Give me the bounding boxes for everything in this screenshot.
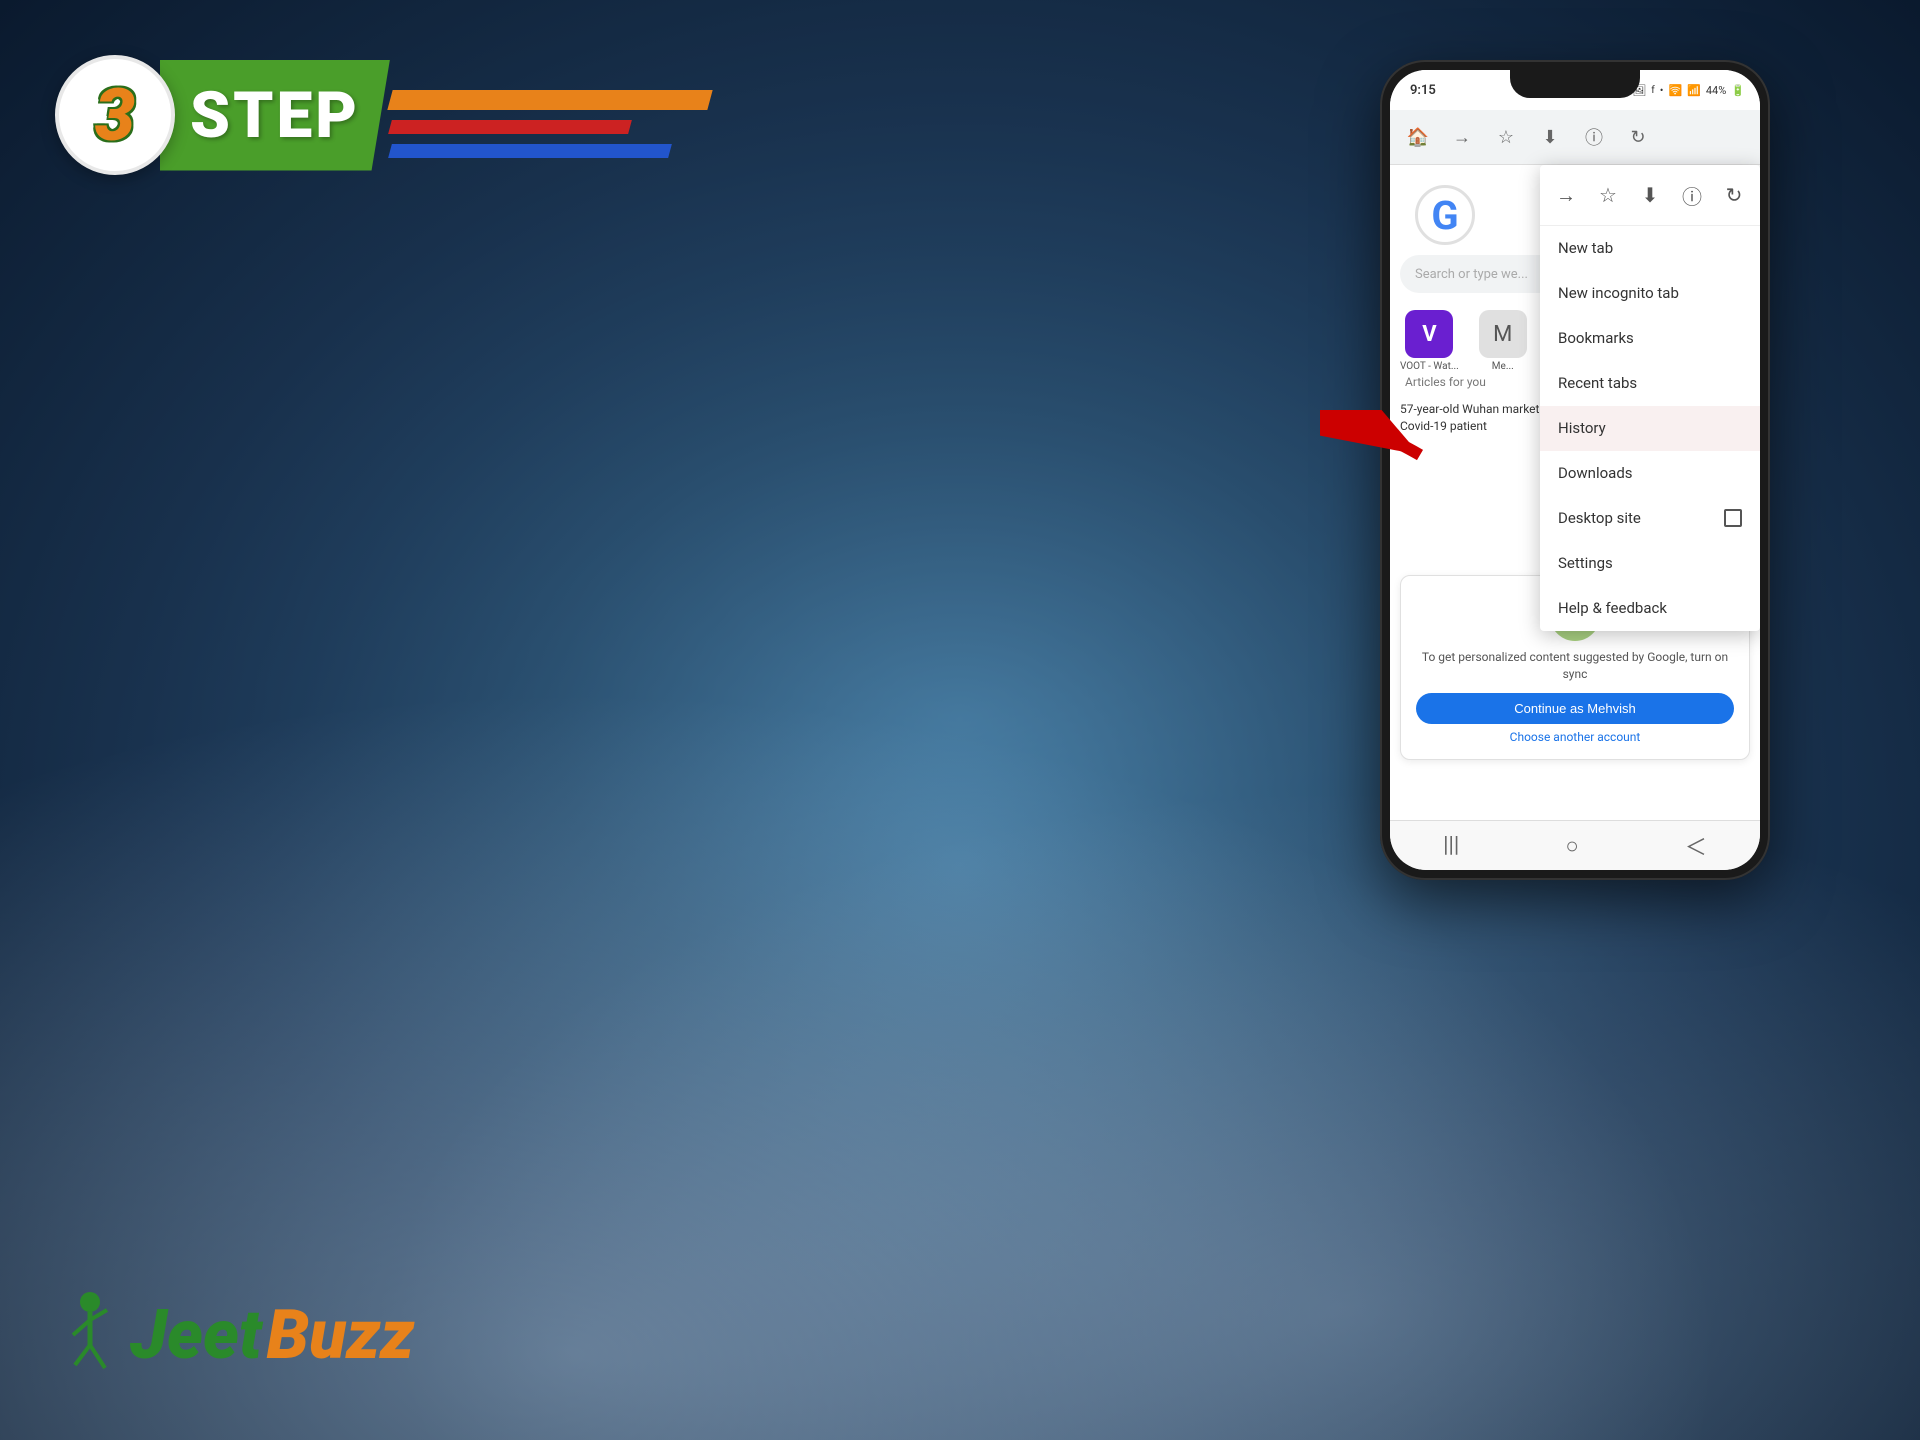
- step-label: STEP: [190, 78, 360, 153]
- menu-new-tab[interactable]: New tab: [1540, 226, 1760, 271]
- menu-recent-tabs-label: Recent tabs: [1558, 374, 1637, 392]
- menu-toolbar: → ☆ ⬇ ⓘ ↻: [1540, 165, 1760, 226]
- logo-jeet: Jeet: [130, 1295, 262, 1375]
- fb-icon: f: [1651, 85, 1654, 96]
- phone-notch: [1510, 70, 1640, 98]
- search-placeholder: Search or type we...: [1415, 267, 1528, 282]
- menu-help[interactable]: Help & feedback: [1540, 586, 1760, 631]
- choose-account-link[interactable]: Choose another account: [1416, 730, 1734, 744]
- browser-toolbar: 🏠 → ☆ ⬇ ⓘ ↻: [1390, 110, 1760, 165]
- articles-for-you: Articles for you: [1405, 375, 1486, 389]
- refresh-button[interactable]: ↻: [1620, 119, 1656, 155]
- line-blue: [388, 144, 672, 158]
- menu-desktop-site-label: Desktop site: [1558, 509, 1641, 527]
- sync-description: To get personalized content suggested by…: [1416, 649, 1734, 683]
- wifi-icon: 🛜: [1668, 84, 1682, 97]
- menu-incognito-tab[interactable]: New incognito tab: [1540, 271, 1760, 316]
- menu-recent-tabs[interactable]: Recent tabs: [1540, 361, 1760, 406]
- me-quick-link[interactable]: M Me...: [1479, 310, 1527, 372]
- bookmark-button[interactable]: ☆: [1488, 119, 1524, 155]
- battery-icon: 🔋: [1731, 84, 1745, 97]
- menu-desktop-site[interactable]: Desktop site: [1540, 496, 1760, 541]
- menu-bookmarks[interactable]: Bookmarks: [1540, 316, 1760, 361]
- logo-area: Jeet Buzz: [55, 1290, 414, 1380]
- menu-history-label: History: [1558, 419, 1606, 437]
- info-button[interactable]: ⓘ: [1576, 119, 1612, 155]
- menu-settings-label: Settings: [1558, 554, 1613, 572]
- chrome-menu: → ☆ ⬇ ⓘ ↻ New tab New incognito tab Book…: [1540, 165, 1760, 631]
- cricket-player-icon: [55, 1290, 125, 1380]
- menu-bookmarks-label: Bookmarks: [1558, 329, 1634, 347]
- menu-incognito-label: New incognito tab: [1558, 284, 1679, 302]
- menu-downloads-label: Downloads: [1558, 464, 1633, 482]
- menu-new-tab-label: New tab: [1558, 239, 1613, 257]
- desktop-site-checkbox[interactable]: [1724, 509, 1742, 527]
- bottom-nav: ||| ○ ＜: [1390, 820, 1760, 870]
- signal-icon: 📶: [1687, 84, 1701, 97]
- continue-as-button[interactable]: Continue as Mehvish: [1416, 693, 1734, 724]
- nav-menu-btn[interactable]: |||: [1443, 833, 1459, 858]
- line-red: [388, 120, 632, 134]
- dot-icon: •: [1660, 84, 1664, 97]
- me-label: Me...: [1492, 361, 1514, 372]
- status-time: 9:15: [1405, 83, 1436, 98]
- google-logo: G: [1415, 185, 1475, 245]
- nav-home-btn[interactable]: ○: [1565, 833, 1578, 859]
- nav-back-btn[interactable]: ＜: [1685, 830, 1707, 862]
- step-number: 3: [95, 73, 135, 158]
- voot-quick-link[interactable]: V VOOT - Wat...: [1400, 310, 1459, 372]
- menu-refresh-btn[interactable]: ↻: [1714, 175, 1754, 215]
- step-circle: 3: [55, 55, 175, 175]
- step-badge: 3 STEP: [55, 55, 405, 175]
- menu-help-label: Help & feedback: [1558, 599, 1667, 617]
- menu-info-btn[interactable]: ⓘ: [1672, 175, 1712, 215]
- forward-button[interactable]: →: [1444, 119, 1480, 155]
- download-button[interactable]: ⬇: [1532, 119, 1568, 155]
- battery-text: 44%: [1706, 84, 1726, 97]
- phone-container: 9:15 👤 🖼 f • 🛜 📶 44% 🔋 🏠 → ☆ ⬇ ⓘ: [1380, 60, 1770, 880]
- home-button[interactable]: 🏠: [1400, 119, 1436, 155]
- menu-download-btn[interactable]: ⬇: [1630, 175, 1670, 215]
- menu-downloads[interactable]: Downloads: [1540, 451, 1760, 496]
- menu-forward-btn[interactable]: →: [1546, 175, 1586, 215]
- menu-settings[interactable]: Settings: [1540, 541, 1760, 586]
- red-arrow: [1320, 410, 1450, 484]
- menu-star-btn[interactable]: ☆: [1588, 175, 1628, 215]
- line-orange: [387, 90, 712, 110]
- menu-history[interactable]: History: [1540, 406, 1760, 451]
- decorative-lines: [390, 90, 710, 158]
- step-banner: STEP: [160, 60, 390, 171]
- logo-buzz: Buzz: [267, 1295, 415, 1375]
- red-arrow-svg: [1320, 410, 1450, 480]
- voot-label: VOOT - Wat...: [1400, 361, 1459, 372]
